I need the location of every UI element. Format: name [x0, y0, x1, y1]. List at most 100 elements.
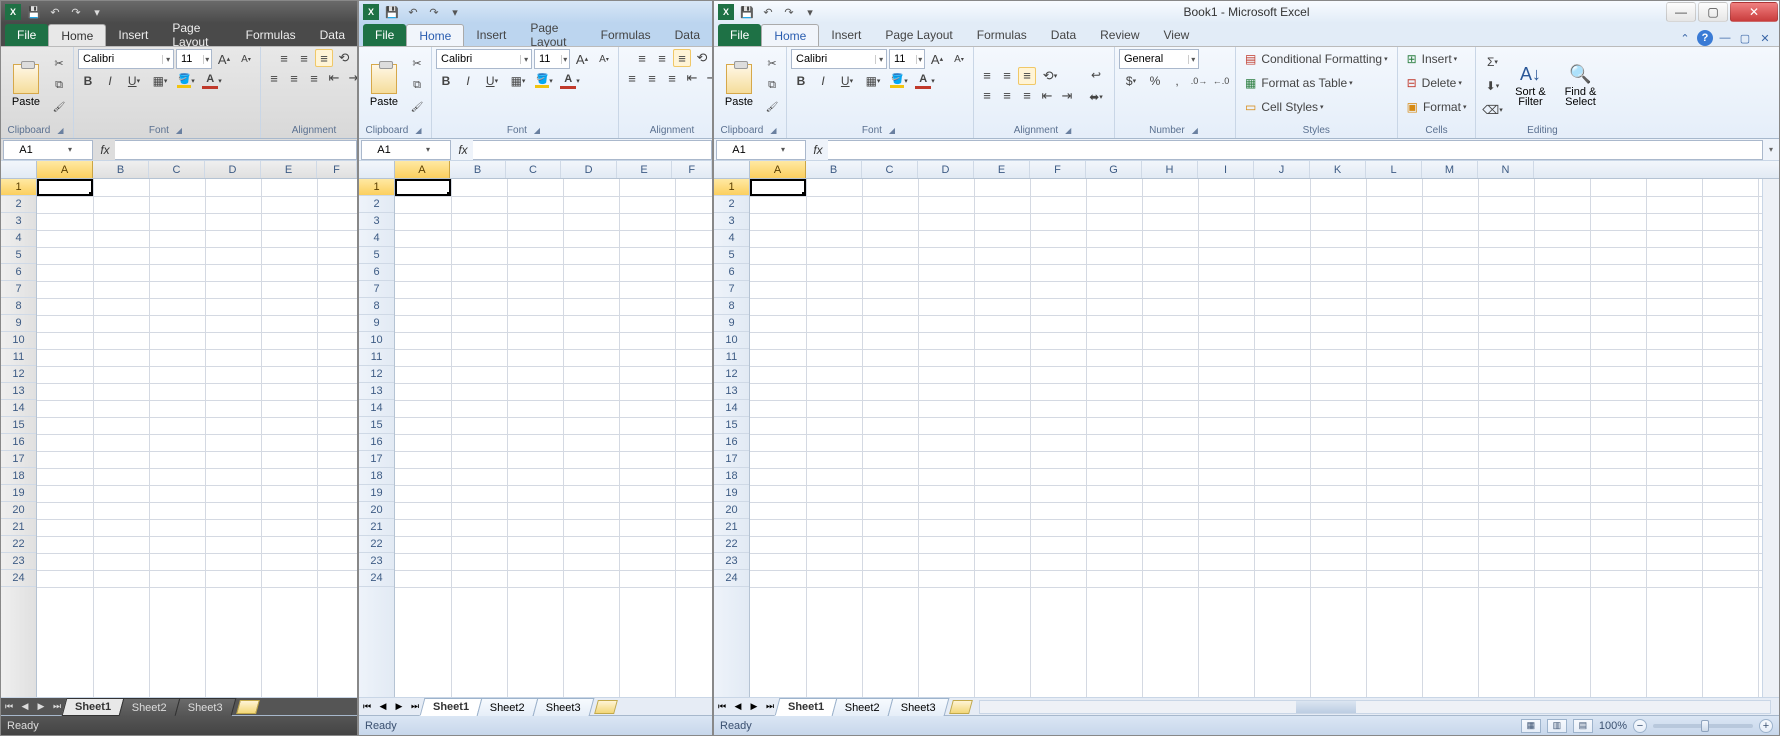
dialog-launcher-icon[interactable]: ◢ [173, 125, 185, 136]
zoom-slider-thumb[interactable] [1701, 720, 1709, 732]
format-as-table-button[interactable]: ▦Format as Table ▾ [1240, 73, 1358, 93]
increase-decimal-icon[interactable]: .0→ [1189, 71, 1209, 91]
accounting-format-button[interactable]: $▾ [1119, 71, 1143, 91]
row-header[interactable]: 8 [359, 298, 394, 315]
col-header[interactable]: B [450, 161, 506, 178]
align-left-icon[interactable]: ≡ [623, 69, 641, 87]
font-name-combo[interactable]: ▾ [791, 49, 887, 69]
orientation-icon[interactable]: ⟲ [335, 49, 353, 67]
file-tab[interactable]: File [5, 24, 48, 46]
insert-tab[interactable]: Insert [106, 24, 160, 46]
sheet-tab-2[interactable]: Sheet2 [119, 698, 181, 716]
page-layout-view-icon[interactable]: ▥ [1547, 719, 1567, 733]
shrink-font-icon[interactable]: A▾ [949, 49, 969, 69]
row-header[interactable]: 14 [1, 400, 36, 417]
row-header[interactable]: 16 [714, 434, 749, 451]
qat-dropdown-icon[interactable]: ▾ [88, 3, 106, 21]
formulas-tab[interactable]: Formulas [589, 24, 663, 46]
row-header[interactable]: 4 [1, 230, 36, 247]
page-layout-tab[interactable]: Page Layout [518, 24, 588, 46]
col-header[interactable]: F [672, 161, 712, 178]
orientation-icon[interactable]: ⟲▾ [1038, 67, 1062, 85]
col-header[interactable]: J [1254, 161, 1310, 178]
delete-cells-button[interactable]: ⊟Delete ▾ [1402, 73, 1467, 93]
col-header[interactable]: A [395, 161, 451, 178]
row-header[interactable]: 8 [714, 298, 749, 315]
row-header[interactable]: 16 [1, 434, 36, 451]
normal-view-icon[interactable]: ▦ [1521, 719, 1541, 733]
row-header[interactable]: 15 [359, 417, 394, 434]
col-header[interactable]: E [974, 161, 1030, 178]
insert-cells-button[interactable]: ⊞Insert ▾ [1402, 49, 1463, 69]
row-header[interactable]: 16 [359, 434, 394, 451]
chevron-down-icon[interactable]: ▾ [48, 145, 92, 154]
row-header[interactable]: 21 [359, 519, 394, 536]
increase-indent-icon[interactable]: ⇥ [1058, 87, 1076, 105]
row-header[interactable]: 17 [714, 451, 749, 468]
col-header[interactable]: C [862, 161, 918, 178]
paste-button[interactable]: Paste [718, 53, 760, 119]
next-sheet-icon[interactable]: ▶ [746, 701, 762, 712]
copy-icon[interactable] [407, 76, 427, 96]
row-header[interactable]: 12 [1, 366, 36, 383]
col-header[interactable]: C [506, 161, 562, 178]
border-button[interactable]: ▦▾ [148, 71, 172, 91]
sheet-tab-1[interactable]: Sheet1 [775, 698, 838, 716]
fx-icon[interactable]: fx [453, 143, 473, 157]
row-header[interactable]: 11 [1, 349, 36, 366]
row-header[interactable]: 20 [714, 502, 749, 519]
font-size-combo[interactable]: ▾ [176, 49, 212, 69]
decrease-indent-icon[interactable]: ⇤ [683, 69, 701, 87]
row-header[interactable]: 19 [359, 485, 394, 502]
prev-sheet-icon[interactable]: ◀ [375, 701, 391, 712]
first-sheet-icon[interactable]: ⏮ [1, 701, 17, 712]
row-header[interactable]: 17 [1, 451, 36, 468]
col-header[interactable]: A [37, 161, 93, 178]
row-header[interactable]: 8 [1, 298, 36, 315]
col-header[interactable]: G [1086, 161, 1142, 178]
font-name-input[interactable] [79, 53, 162, 65]
col-header[interactable]: M [1422, 161, 1478, 178]
worksheet-grid[interactable]: 123456789101112131415161718192021222324 [714, 179, 1779, 697]
grow-font-icon[interactable]: A▴ [214, 49, 234, 69]
data-tab[interactable]: Data [1039, 24, 1088, 46]
minimize-ribbon-icon[interactable]: ⌃ [1677, 30, 1693, 46]
zoom-slider[interactable] [1653, 724, 1753, 728]
grow-font-icon[interactable]: A▴ [927, 49, 947, 69]
insert-tab[interactable]: Insert [819, 24, 873, 46]
zoom-out-button[interactable]: − [1633, 719, 1647, 733]
cell-styles-button[interactable]: ▭Cell Styles ▾ [1240, 97, 1329, 117]
minimize-button[interactable]: — [1666, 2, 1696, 22]
row-header[interactable]: 7 [1, 281, 36, 298]
qat-dropdown-icon[interactable]: ▾ [446, 3, 464, 21]
col-header[interactable]: F [317, 161, 357, 178]
page-layout-tab[interactable]: Page Layout [873, 24, 964, 46]
cut-icon[interactable] [49, 54, 69, 74]
row-header[interactable]: 11 [714, 349, 749, 366]
name-box[interactable]: A1▾ [716, 140, 806, 160]
zoom-level[interactable]: 100% [1599, 720, 1627, 732]
copy-icon[interactable] [49, 76, 69, 96]
worksheet-grid[interactable]: 123456789101112131415161718192021222324 [1, 179, 357, 697]
decrease-indent-icon[interactable]: ⇤ [1038, 87, 1056, 105]
home-tab[interactable]: Home [761, 24, 819, 46]
select-all-button[interactable] [359, 161, 395, 178]
border-button[interactable]: ▦▾ [861, 71, 885, 91]
align-bottom-icon[interactable]: ≡ [673, 49, 691, 67]
bold-button[interactable]: B [791, 71, 811, 91]
col-header[interactable]: I [1198, 161, 1254, 178]
dialog-launcher-icon[interactable]: ◢ [412, 125, 424, 136]
row-header[interactable]: 12 [714, 366, 749, 383]
close-button[interactable]: ✕ [1730, 2, 1778, 22]
autosum-button[interactable]: Σ▾ [1480, 52, 1504, 72]
view-tab[interactable]: View [1152, 24, 1202, 46]
prev-sheet-icon[interactable]: ◀ [17, 701, 33, 712]
format-painter-icon[interactable] [407, 98, 427, 118]
font-size-combo[interactable]: ▾ [889, 49, 925, 69]
row-header[interactable]: 10 [714, 332, 749, 349]
select-all-button[interactable] [1, 161, 37, 178]
col-header[interactable]: C [149, 161, 205, 178]
shrink-font-icon[interactable]: A▾ [236, 49, 256, 69]
help-icon[interactable]: ? [1697, 30, 1713, 46]
formula-bar[interactable] [473, 140, 712, 160]
